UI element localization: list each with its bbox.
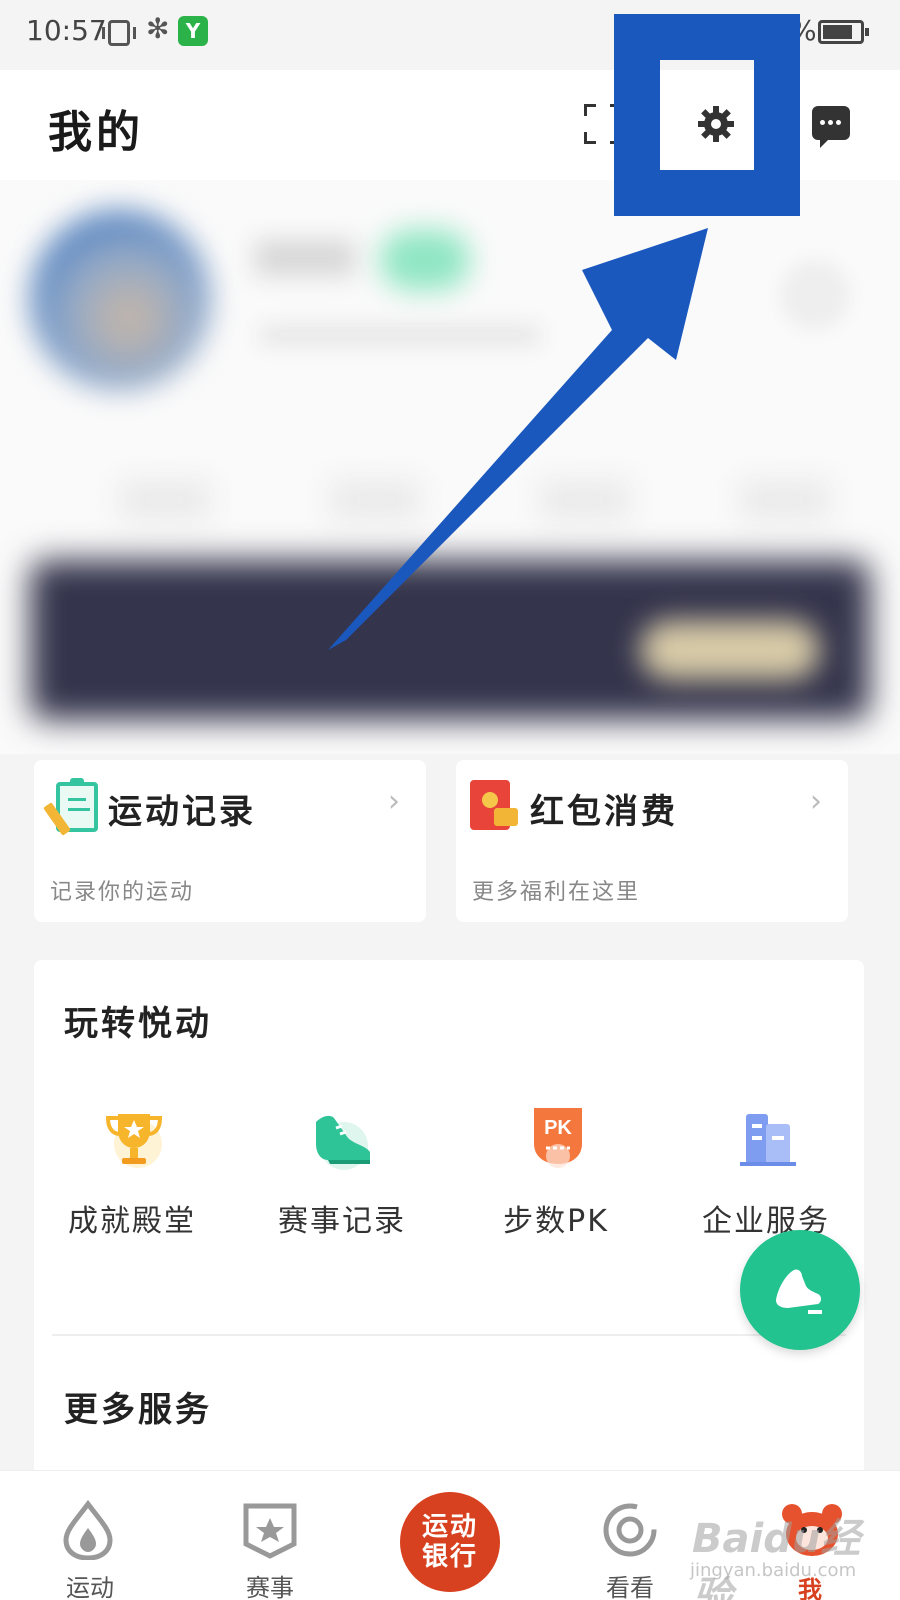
profile-arrow-blurred[interactable]	[780, 260, 850, 330]
nav-item-watch[interactable]: 看看	[570, 1500, 690, 1600]
divider	[52, 1334, 846, 1336]
center-line-2: 银行	[421, 1542, 478, 1572]
building-icon	[740, 1114, 796, 1166]
card-subtitle: 更多福利在这里	[472, 880, 641, 905]
avatar[interactable]	[30, 210, 210, 390]
achievement-hall-item[interactable]: 成就殿堂	[32, 1100, 232, 1239]
stat-blurred	[120, 480, 210, 520]
nav-item-sport[interactable]: 运动	[30, 1500, 150, 1600]
wallet-icon	[494, 808, 518, 826]
card-title: 运动记录	[108, 792, 256, 832]
level-badge-blurred	[380, 230, 470, 290]
battery-level	[823, 25, 852, 39]
stat-blurred	[740, 480, 830, 520]
battery-icon	[818, 20, 869, 44]
exercise-record-card[interactable]: 运动记录 › 记录你的运动	[34, 760, 426, 922]
nav-item-sport-bank[interactable]: 运动 银行	[400, 1492, 500, 1592]
profile-section-blurred	[0, 180, 900, 754]
stat-blurred	[540, 480, 630, 520]
start-run-fab[interactable]	[740, 1230, 860, 1350]
center-line-1: 运动	[421, 1512, 478, 1542]
nav-label: 运动	[66, 1574, 114, 1600]
shoe-icon	[316, 1115, 370, 1170]
nav-item-match[interactable]: 赛事	[210, 1500, 330, 1600]
chevron-right-icon: ›	[388, 784, 400, 819]
card-title: 红包消费	[530, 792, 678, 832]
username-blurred	[255, 240, 355, 276]
grid-label: 赛事记录	[278, 1204, 406, 1239]
drop-icon	[63, 1500, 113, 1560]
page-title: 我的	[48, 107, 144, 158]
section-title: 更多服务	[64, 1390, 212, 1430]
section-title: 玩转悦动	[64, 1004, 212, 1044]
grid-label: 企业服务	[702, 1204, 830, 1239]
trophy-icon	[105, 1114, 163, 1168]
nav-label: 赛事	[246, 1574, 294, 1600]
card-subtitle: 记录你的运动	[50, 880, 195, 905]
chevron-right-icon: ›	[810, 784, 822, 819]
annotation-highlight-box	[614, 14, 800, 216]
vip-banner-button-blurred[interactable]	[640, 620, 820, 680]
stat-blurred	[330, 480, 420, 520]
nav-label: 看看	[606, 1574, 654, 1600]
step-pk-item[interactable]: PK 步数PK	[456, 1100, 656, 1239]
svg-text:PK: PK	[544, 1117, 572, 1139]
vibrate-icon	[102, 20, 136, 46]
coin-icon	[482, 792, 498, 808]
badge-star-icon	[243, 1503, 297, 1559]
message-icon[interactable]	[812, 106, 850, 148]
watermark-text: Baidu经验	[692, 1516, 861, 1600]
profile-subtext-blurred	[260, 325, 540, 345]
bluetooth-icon: ✻	[146, 12, 170, 45]
circle-icon	[603, 1503, 657, 1557]
grid-label: 步数PK	[503, 1204, 609, 1239]
status-time: 10:57	[26, 14, 107, 47]
enterprise-service-item[interactable]: 企业服务	[666, 1100, 866, 1239]
shoe-icon	[776, 1269, 822, 1314]
app-notification-icon: Y	[178, 16, 208, 46]
watermark-url: jingyan.baidu.com	[690, 1560, 857, 1581]
red-packet-card[interactable]: 红包消费 › 更多福利在这里	[456, 760, 848, 922]
match-record-item[interactable]: 赛事记录	[242, 1100, 442, 1239]
pk-icon: PK	[534, 1108, 582, 1168]
grid-label: 成就殿堂	[68, 1204, 196, 1239]
